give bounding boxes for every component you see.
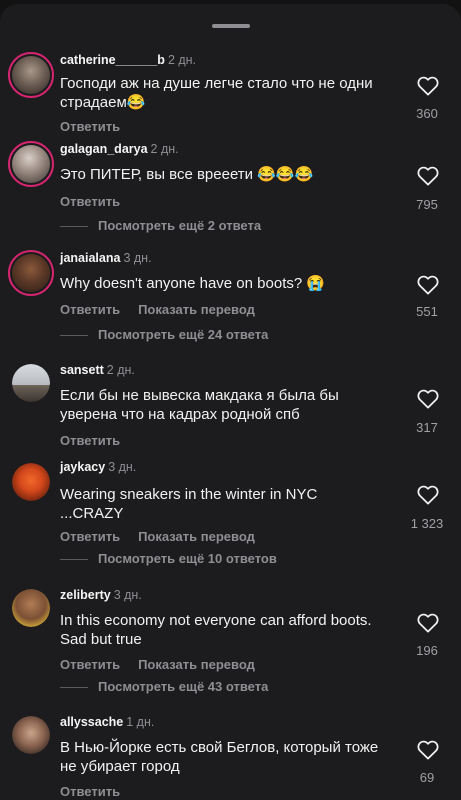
drag-handle[interactable] (212, 24, 250, 28)
avatar[interactable] (12, 364, 50, 402)
comment-actions: Ответить Показать перевод (60, 302, 273, 317)
view-replies[interactable]: Посмотреть ещё 10 ответов (60, 551, 277, 566)
comment-actions: Ответить (60, 784, 138, 799)
heart-icon[interactable] (417, 76, 439, 96)
like-count: 551 (416, 304, 438, 319)
comment-text: Why doesn't anyone have on boots? 😭 (60, 275, 326, 292)
comment-time: 3 дн. (123, 251, 152, 265)
avatar[interactable] (12, 716, 50, 754)
reply-button[interactable]: Ответить (60, 302, 120, 317)
replies-line (60, 226, 88, 228)
comment-username[interactable]: catherine______b (60, 53, 165, 67)
view-replies[interactable]: Посмотреть ещё 2 ответа (60, 218, 261, 233)
translate-button[interactable]: Показать перевод (138, 657, 255, 672)
avatar[interactable] (8, 52, 54, 98)
comment-time: 2 дн. (106, 363, 135, 377)
comment-text: Если бы не вывеска макдака я была бы уве… (60, 387, 339, 423)
like-count: 1 323 (410, 516, 444, 531)
view-replies-label[interactable]: Посмотреть ещё 43 ответа (98, 679, 268, 694)
view-replies[interactable]: Посмотреть ещё 43 ответа (60, 679, 268, 694)
comment-username[interactable]: sansett (60, 363, 104, 377)
view-replies-label[interactable]: Посмотреть ещё 2 ответа (98, 218, 261, 233)
comment-time: 3 дн. (113, 588, 142, 602)
comment-time: 2 дн. (167, 53, 197, 67)
comment-actions: Ответить (60, 194, 138, 209)
comment-actions: Ответить (60, 119, 138, 134)
comment-actions: Ответить Показать перевод (60, 529, 273, 544)
avatar[interactable] (12, 589, 50, 627)
comment-username[interactable]: galagan_darya (60, 142, 148, 156)
comment-username[interactable]: janaialana (60, 251, 120, 265)
like-count: 317 (416, 420, 438, 435)
comment-text: В Нью-Йорке есть свой Беглов, который то… (60, 739, 379, 775)
heart-icon[interactable] (417, 613, 439, 633)
comment-text: Это ПИТЕР, вы все врееети 😂😂😂 (60, 166, 314, 183)
avatar[interactable] (12, 463, 50, 501)
heart-icon[interactable] (417, 740, 439, 760)
comment-text: Господи аж на душе легче стало что не од… (60, 75, 373, 111)
comments-sheet: catherine______b 2 дн. Господи аж на душе… (0, 4, 461, 800)
comment-time: 1 дн. (126, 715, 155, 729)
heart-icon[interactable] (417, 166, 439, 186)
comment-time: 2 дн. (150, 142, 179, 156)
reply-button[interactable]: Ответить (60, 529, 120, 544)
comment-text: In this economy not everyone can afford … (60, 612, 372, 648)
replies-line (60, 335, 88, 337)
comment-actions: Ответить (60, 433, 138, 448)
translate-button[interactable]: Показать перевод (138, 302, 255, 317)
comment-username[interactable]: jaykacy (60, 460, 105, 474)
heart-icon[interactable] (417, 485, 439, 505)
reply-button[interactable]: Ответить (60, 119, 120, 134)
view-replies-label[interactable]: Посмотреть ещё 24 ответа (98, 327, 268, 342)
reply-button[interactable]: Ответить (60, 657, 120, 672)
comment-time: 3 дн. (108, 460, 137, 474)
comment-username[interactable]: allyssache (60, 715, 123, 729)
replies-line (60, 559, 88, 561)
like-count: 196 (416, 643, 438, 658)
view-replies-label[interactable]: Посмотреть ещё 10 ответов (98, 551, 277, 566)
reply-button[interactable]: Ответить (60, 433, 120, 448)
heart-icon[interactable] (417, 275, 439, 295)
like-count: 360 (416, 106, 438, 121)
comment-username[interactable]: zeliberty (60, 588, 111, 602)
view-replies[interactable]: Посмотреть ещё 24 ответа (60, 327, 268, 342)
comment-text: Wearing sneakers in the winter in NYC ..… (60, 486, 318, 522)
heart-icon[interactable] (417, 389, 439, 409)
reply-button[interactable]: Ответить (60, 784, 120, 799)
like-count: 69 (419, 770, 435, 785)
replies-line (60, 687, 88, 689)
like-count: 795 (416, 197, 438, 212)
comment-actions: Ответить Показать перевод (60, 657, 273, 672)
translate-button[interactable]: Показать перевод (138, 529, 255, 544)
avatar[interactable] (8, 141, 54, 187)
reply-button[interactable]: Ответить (60, 194, 120, 209)
avatar[interactable] (8, 250, 54, 296)
